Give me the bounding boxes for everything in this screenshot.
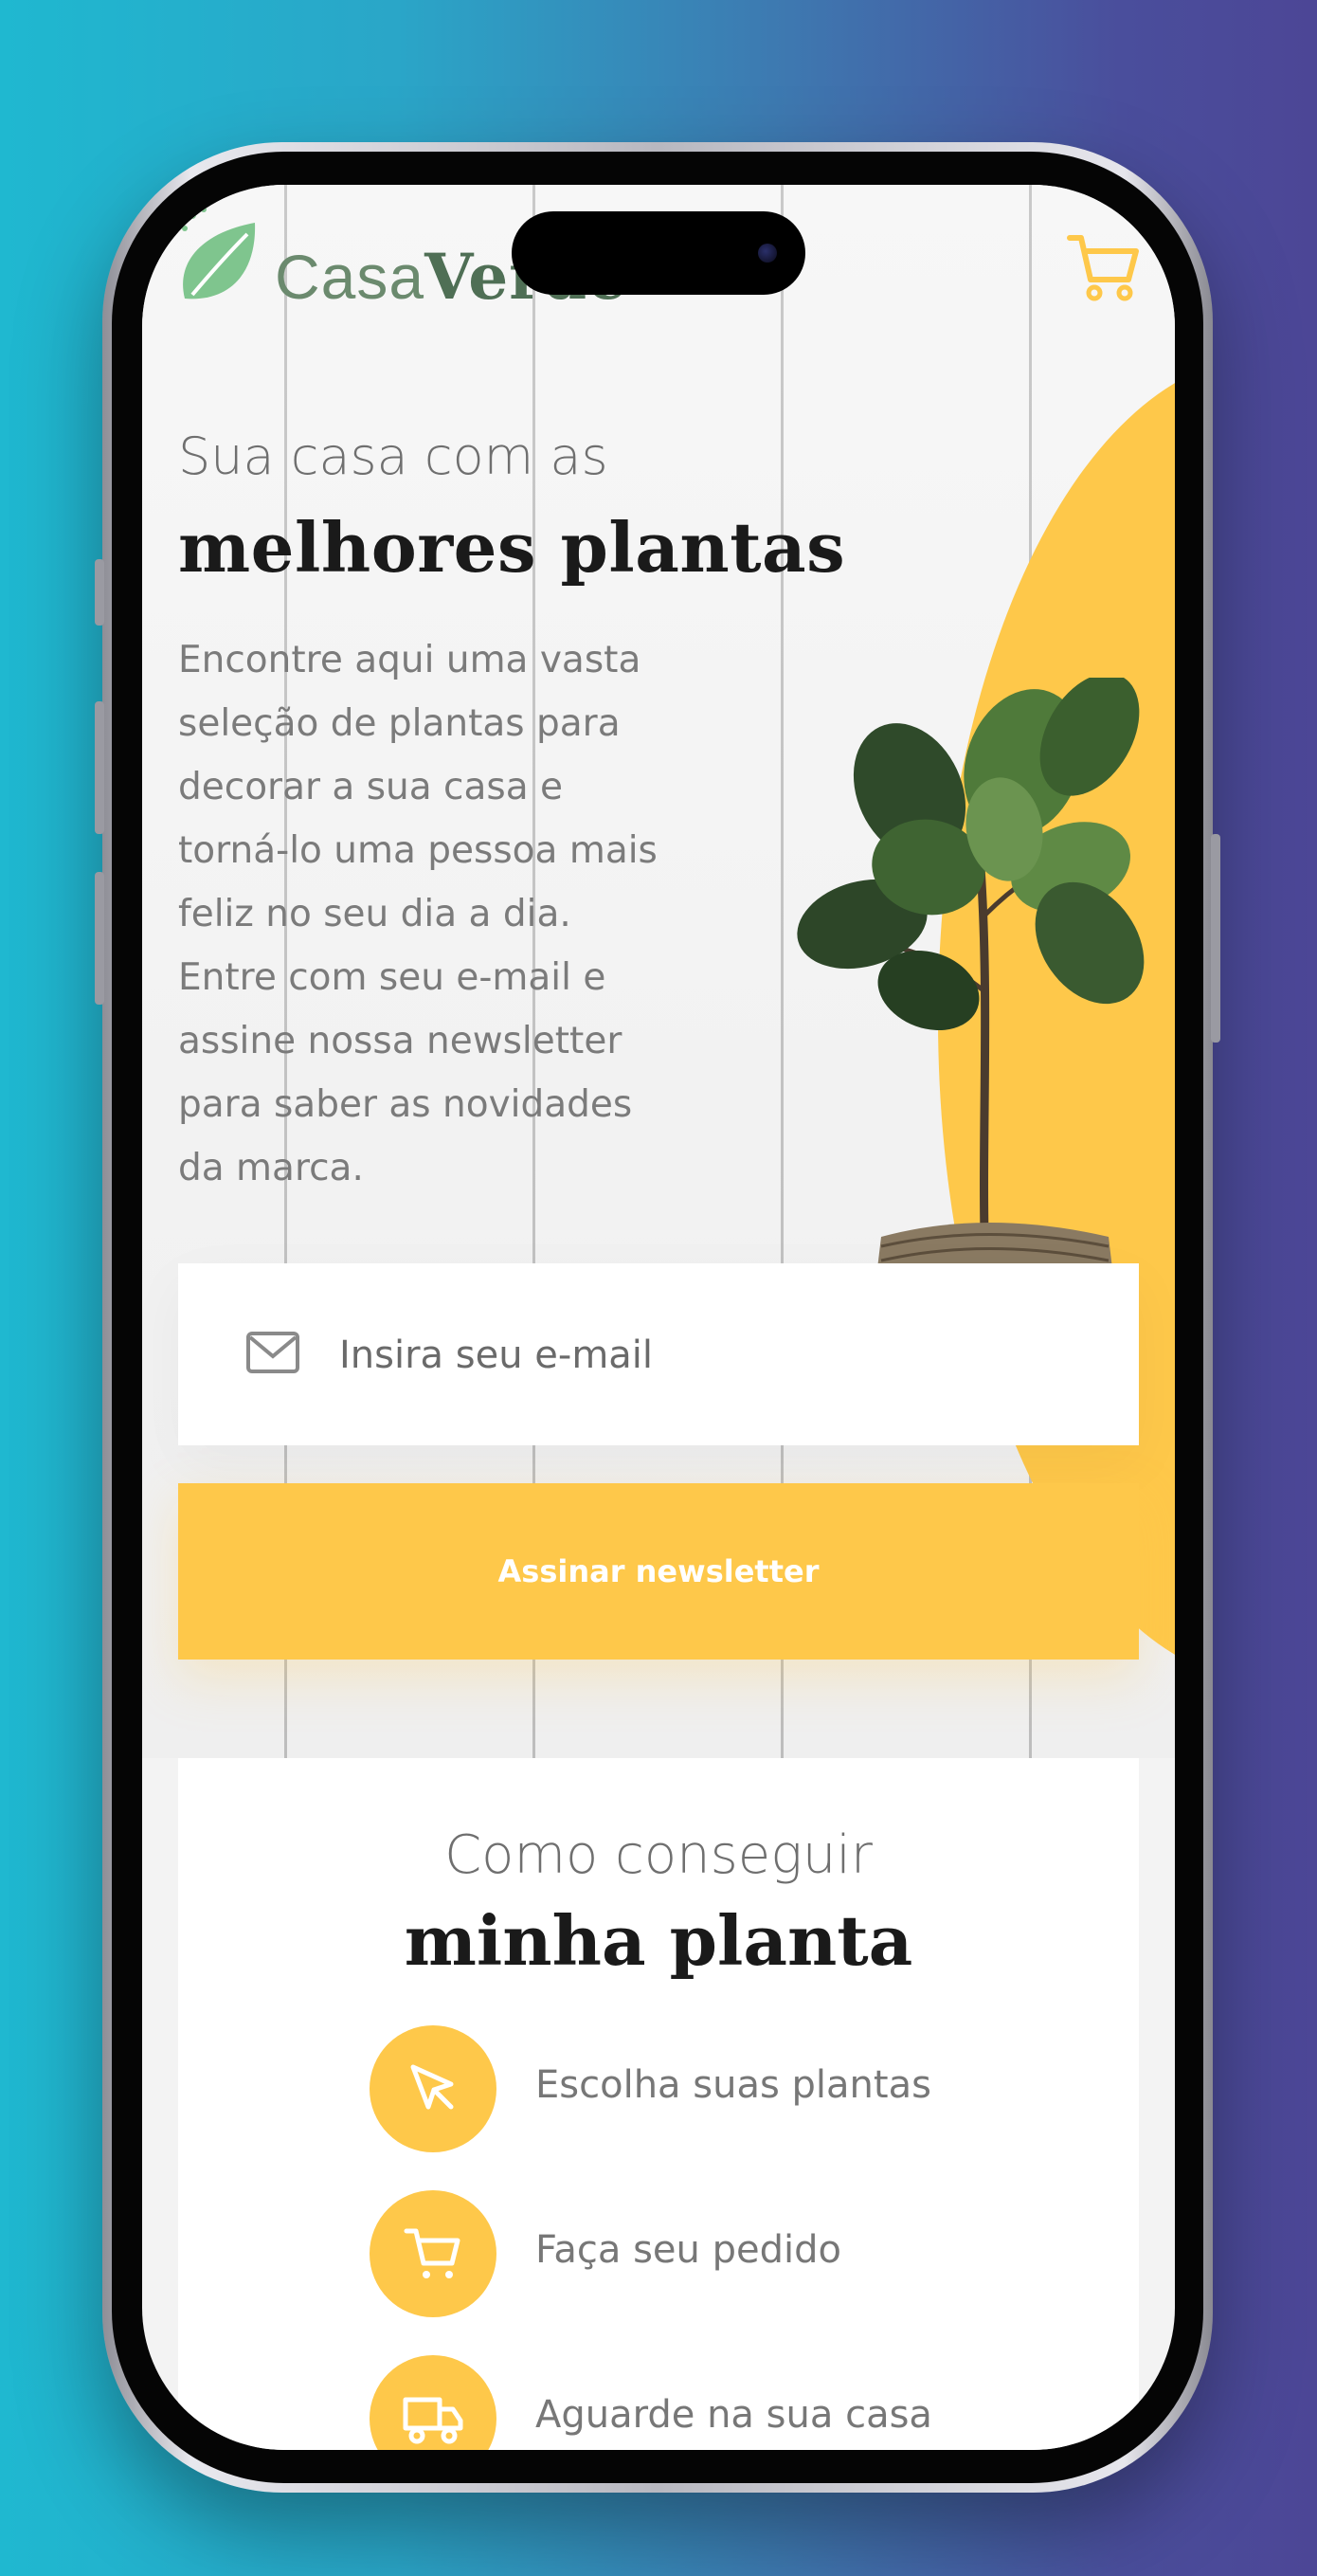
email-field-container[interactable] <box>178 1263 1139 1445</box>
step-item: Faça seu pedido <box>370 2190 1033 2317</box>
how-to-section: Como conseguir minha planta Escolha suas… <box>178 1758 1139 2450</box>
dynamic-island <box>512 211 805 295</box>
volume-up-button <box>95 701 104 834</box>
camera-icon <box>758 244 777 263</box>
phone-screen: CasaVerde Sua casa com as melhores plant… <box>142 185 1175 2450</box>
hero-description: Encontre aqui uma vasta seleção de plant… <box>178 639 658 1189</box>
section-subtitle: Como conseguir <box>444 1824 873 1886</box>
pointer-icon <box>370 2025 496 2152</box>
mail-icon <box>246 1332 299 1378</box>
action-button <box>95 559 104 626</box>
cart-icon <box>1067 235 1139 301</box>
cart-button[interactable] <box>1066 232 1142 309</box>
brand-name-part1: Casa <box>275 242 425 312</box>
step-item: Aguarde na sua casa <box>370 2355 1033 2450</box>
plant-image <box>786 673 1146 1279</box>
leaf-logo-icon[interactable] <box>175 204 261 313</box>
hero-subtitle: Sua casa com as <box>178 426 608 486</box>
step-item: Escolha suas plantas <box>370 2025 1033 2152</box>
truck-icon <box>370 2355 496 2450</box>
volume-down-button <box>95 872 104 1005</box>
step-label: Aguarde na sua casa <box>535 2393 932 2437</box>
hero-title: melhores plantas <box>178 507 846 588</box>
step-label: Faça seu pedido <box>535 2228 841 2272</box>
subscribe-button[interactable]: Assinar newsletter <box>178 1483 1139 1660</box>
cart-icon <box>370 2190 496 2317</box>
power-button <box>1211 834 1220 1043</box>
email-input[interactable] <box>339 1322 1078 1388</box>
step-label: Escolha suas plantas <box>535 2063 931 2107</box>
section-title: minha planta <box>404 1900 913 1981</box>
